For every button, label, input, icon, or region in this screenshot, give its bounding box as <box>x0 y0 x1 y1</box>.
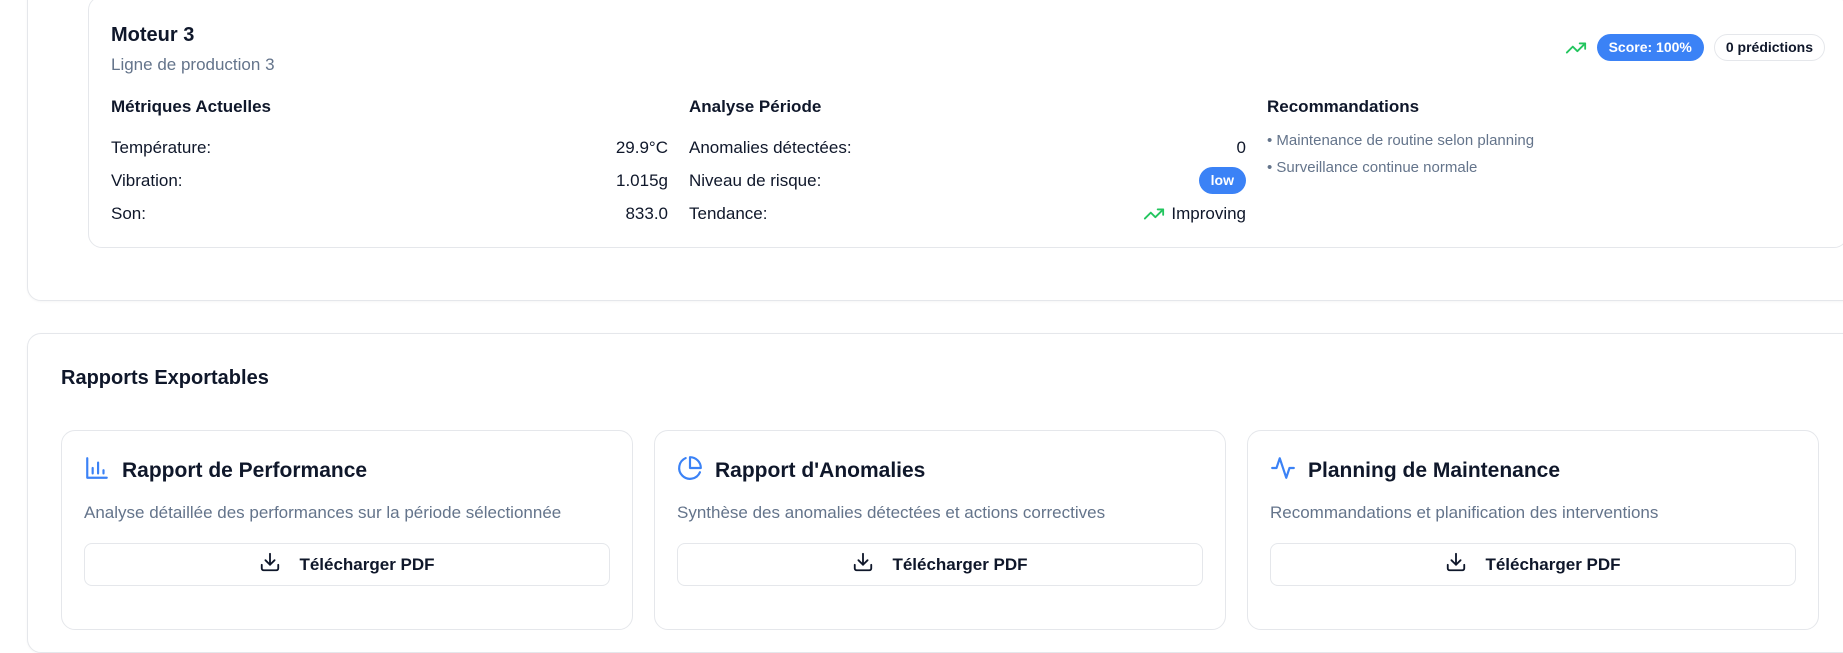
download-label: Télécharger PDF <box>892 554 1028 574</box>
download-pdf-button[interactable]: Télécharger PDF <box>84 543 610 586</box>
report-card-performance: Rapport de Performance Analyse détaillée… <box>61 430 633 630</box>
download-icon <box>259 551 281 578</box>
anomalies-value: 0 <box>1236 137 1246 157</box>
metric-value: 833.0 <box>625 203 668 223</box>
report-title: Rapport d'Anomalies <box>715 458 926 482</box>
metric-label: Température: <box>111 137 212 157</box>
download-pdf-button[interactable]: Télécharger PDF <box>1270 543 1796 586</box>
trending-up-icon <box>1143 203 1165 225</box>
section-title: Rapports Exportables <box>61 367 269 389</box>
metric-label: Vibration: <box>111 170 183 190</box>
trend-value: Improving <box>1143 203 1246 225</box>
machine-title: Moteur 3 <box>111 24 195 46</box>
machine-badges: Score: 100% 0 prédictions <box>1565 34 1825 61</box>
metric-row-temperature: Température: 29.9°C <box>111 131 668 164</box>
period-analysis-title: Analyse Période <box>689 97 822 116</box>
metric-row-sound: Son: 833.0 <box>111 197 668 230</box>
pie-chart-icon <box>677 455 703 486</box>
report-title: Rapport de Performance <box>122 458 368 482</box>
machine-analysis-section: Moteur 3 Ligne de production 3 Score: 10… <box>27 0 1843 301</box>
current-metrics: Métriques Actuelles Température: 29.9°C … <box>111 97 668 230</box>
trending-up-icon <box>1565 37 1587 59</box>
anomalies-label: Anomalies détectées: <box>689 137 852 157</box>
activity-icon <box>1270 455 1296 486</box>
report-description: Synthèse des anomalies détectées et acti… <box>677 503 1106 522</box>
report-card-anomalies: Rapport d'Anomalies Synthèse des anomali… <box>654 430 1226 630</box>
recommendations: Recommandations • Maintenance de routine… <box>1267 97 1824 185</box>
period-analysis: Analyse Période Anomalies détectées: 0 N… <box>689 97 1246 230</box>
download-pdf-button[interactable]: Télécharger PDF <box>677 543 1203 586</box>
machine-subtitle: Ligne de production 3 <box>111 55 275 74</box>
score-badge: Score: 100% <box>1596 34 1704 61</box>
download-icon <box>1445 551 1467 578</box>
recommendation-item: • Surveillance continue normale <box>1267 159 1478 176</box>
report-header: Rapport d'Anomalies <box>677 455 925 486</box>
risk-badge: low <box>1198 167 1246 194</box>
recommendation-item: • Maintenance de routine selon planning <box>1267 132 1535 149</box>
anomalies-row: Anomalies détectées: 0 <box>689 131 1246 164</box>
metric-value: 29.9°C <box>615 137 668 157</box>
bar-chart-icon <box>84 455 110 486</box>
metric-row-vibration: Vibration: 1.015g <box>111 164 668 197</box>
trend-text: Improving <box>1171 203 1246 223</box>
report-header: Rapport de Performance <box>84 455 367 486</box>
download-icon <box>852 551 874 578</box>
risk-label: Niveau de risque: <box>689 170 822 190</box>
metric-value: 1.015g <box>616 170 668 190</box>
risk-row: Niveau de risque: low <box>689 164 1246 197</box>
download-label: Télécharger PDF <box>1485 554 1621 574</box>
recommendations-list: • Maintenance de routine selon planning … <box>1267 131 1824 185</box>
report-description: Analyse détaillée des performances sur l… <box>84 503 562 522</box>
trend-label: Tendance: <box>689 203 768 223</box>
metric-label: Son: <box>111 203 146 223</box>
machine-card: Moteur 3 Ligne de production 3 Score: 10… <box>88 0 1843 248</box>
report-description: Recommandations et planification des int… <box>1270 503 1659 522</box>
current-metrics-title: Métriques Actuelles <box>111 97 271 116</box>
report-header: Planning de Maintenance <box>1270 455 1560 486</box>
download-label: Télécharger PDF <box>299 554 435 574</box>
recommendations-title: Recommandations <box>1267 97 1420 116</box>
exportable-reports-section: Rapports Exportables Rapport de Performa… <box>27 333 1843 653</box>
trend-row: Tendance: Improving <box>689 197 1246 230</box>
report-card-maintenance: Planning de Maintenance Recommandations … <box>1247 430 1819 630</box>
predictions-badge: 0 prédictions <box>1713 34 1825 61</box>
report-title: Planning de Maintenance <box>1308 458 1561 482</box>
